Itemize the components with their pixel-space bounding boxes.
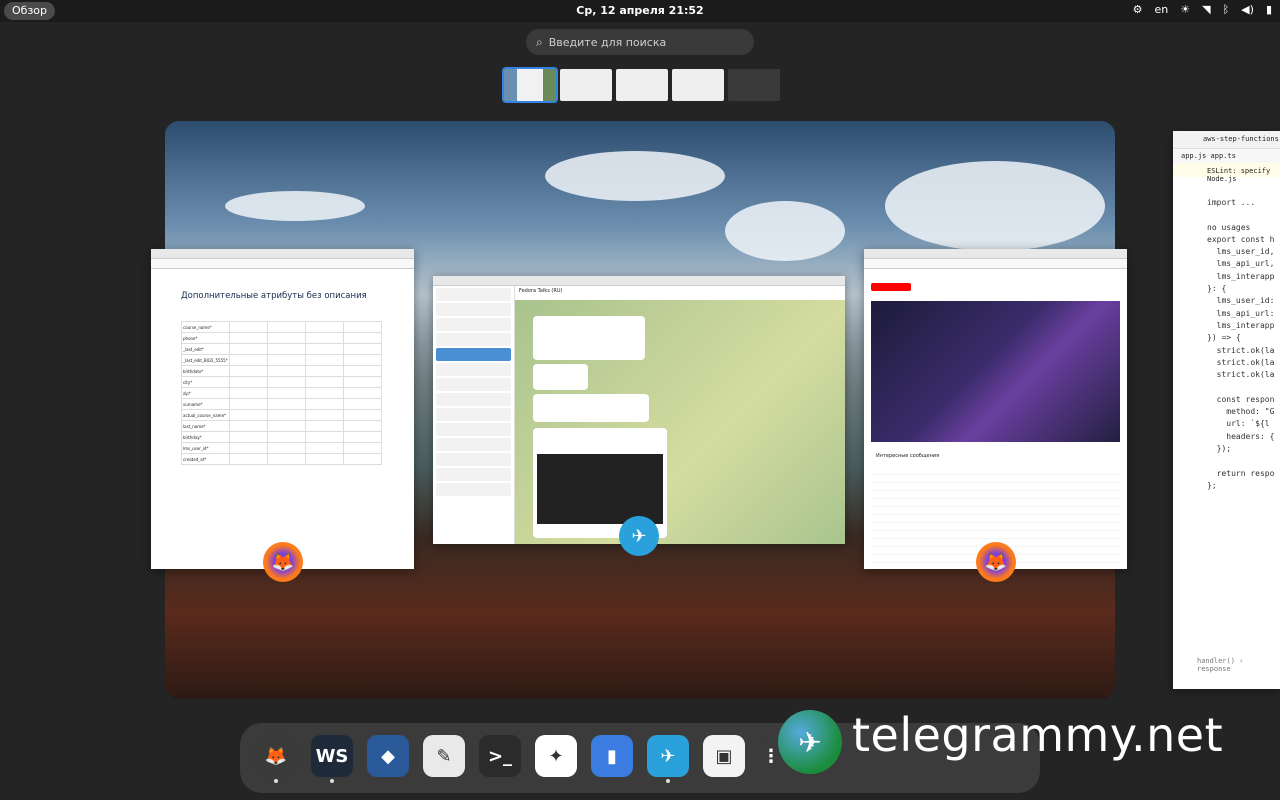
video-player[interactable] xyxy=(871,301,1120,442)
workspace-5[interactable] xyxy=(728,69,780,101)
top-bar: Обзор Ср, 12 апреля 21:52 ⚙ en ☀ ◥ ᛒ ◀) … xyxy=(0,0,1280,22)
running-indicator xyxy=(330,779,334,783)
webstorm-window[interactable]: aws-step-functions app.js app.ts ESLint:… xyxy=(1173,131,1280,689)
system-tray[interactable]: ⚙ en ☀ ◥ ᛒ ◀) ▮ xyxy=(1133,3,1272,16)
archive-icon[interactable]: ▮ xyxy=(591,735,633,777)
firefox-icon: 🦊 xyxy=(263,542,303,582)
search-input[interactable]: ⌕ Введите для поиска xyxy=(526,29,754,55)
software-icon[interactable]: ▣ xyxy=(703,735,745,777)
webstorm-icon[interactable]: WS xyxy=(311,735,353,777)
volume-icon[interactable]: ◀) xyxy=(1241,3,1254,16)
workspace-2[interactable] xyxy=(560,69,612,101)
telegram-icon[interactable]: ✈ xyxy=(647,735,689,777)
firefox-confluence-window[interactable]: Дополнительные атрибуты без описания cou… xyxy=(151,249,414,569)
running-indicator xyxy=(274,779,278,783)
youtube-logo[interactable] xyxy=(871,283,911,291)
chat-view[interactable]: Fedora Talks (RU) xyxy=(515,286,845,544)
page-title: Дополнительные атрибуты без описания xyxy=(181,291,367,301)
lint-banner: ESLint: specify Node.js xyxy=(1173,163,1280,183)
editor-tabs[interactable]: app.js app.ts xyxy=(1173,149,1280,163)
watermark-text: telegrammy.net xyxy=(852,708,1224,762)
app-indicator-icon[interactable]: ⚙ xyxy=(1133,3,1143,16)
chat-title: Fedora Talks (RU) xyxy=(515,286,845,300)
slack-icon[interactable]: ✦ xyxy=(535,735,577,777)
clock[interactable]: Ср, 12 апреля 21:52 xyxy=(0,4,1280,17)
edge-preview-icon[interactable]: ◆ xyxy=(367,735,409,777)
wifi-icon[interactable]: ◥ xyxy=(1202,3,1210,16)
running-indicator xyxy=(666,779,670,783)
project-title: aws-step-functions xyxy=(1173,131,1280,149)
breadcrumb: handler() › response xyxy=(1197,657,1244,673)
watermark-logo: ✈ xyxy=(778,710,842,774)
live-chat-header: Интересные сообщения xyxy=(876,453,940,459)
firefox-icon[interactable]: 🦊 xyxy=(255,735,297,777)
chat-list[interactable] xyxy=(433,286,515,544)
tab-bar[interactable] xyxy=(151,249,414,259)
text-editor-icon[interactable]: ✎ xyxy=(423,735,465,777)
search-icon: ⌕ xyxy=(536,34,543,49)
code-editor[interactable]: import ... no usages export const h lms_… xyxy=(1207,197,1274,492)
search-placeholder: Введите для поиска xyxy=(548,35,667,49)
workspace-switcher[interactable] xyxy=(502,67,780,103)
keyboard-layout[interactable]: en xyxy=(1154,3,1168,16)
telegram-icon: ✈ xyxy=(619,516,659,556)
address-bar[interactable] xyxy=(151,259,414,269)
firefox-youtube-window[interactable]: Интересные сообщения xyxy=(864,249,1127,569)
telegram-window[interactable]: Fedora Talks (RU) xyxy=(433,276,845,544)
terminal-icon[interactable]: >_ xyxy=(479,735,521,777)
firefox-icon-2: 🦊 xyxy=(976,542,1016,582)
attributes-table: course_name* phone* _last_edit* _last_ed… xyxy=(181,321,382,465)
battery-icon[interactable]: ▮ xyxy=(1266,3,1272,16)
brightness-icon[interactable]: ☀ xyxy=(1180,3,1190,16)
workspace-4[interactable] xyxy=(672,69,724,101)
workspace-1[interactable] xyxy=(502,67,558,103)
workspace-3[interactable] xyxy=(616,69,668,101)
bluetooth-icon[interactable]: ᛒ xyxy=(1223,3,1230,16)
